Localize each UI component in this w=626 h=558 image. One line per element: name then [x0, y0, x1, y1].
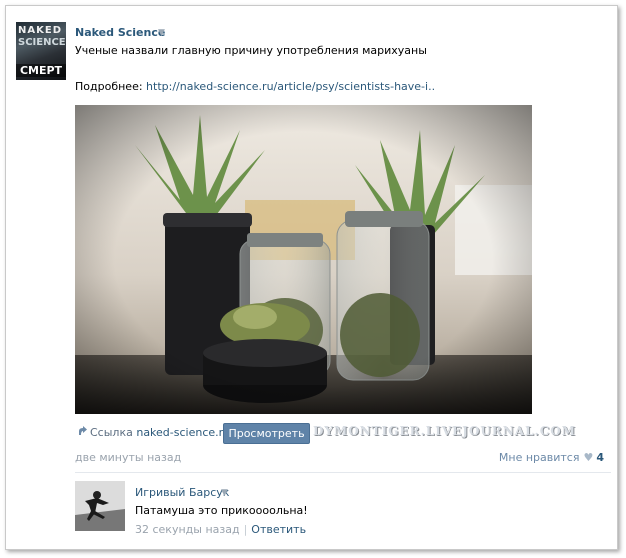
wall-post-card: NAKED SCIENCE СМЕРТ Naked Science ▼ Учен… — [5, 5, 618, 550]
link-prefix: Ссылка — [90, 426, 133, 439]
comment-time[interactable]: 32 секунды назад — [135, 523, 240, 536]
photo-illustration — [75, 105, 532, 414]
comment-author-link[interactable]: Игривый Барсук — [135, 486, 229, 499]
comment-avatar-image — [75, 481, 125, 531]
link-label: Ссылка naked-science.ru — [90, 426, 230, 439]
article-link[interactable]: http://naked-science.ru/article/psy/scie… — [146, 80, 435, 93]
heart-icon: ♥ — [583, 451, 594, 464]
author-avatar[interactable]: NAKED SCIENCE СМЕРТ — [16, 22, 66, 80]
post-photo[interactable] — [75, 105, 532, 414]
avatar-logo-text-2: SCIENCE — [18, 37, 66, 48]
triangle-down-icon[interactable]: ▼ — [158, 28, 165, 38]
watermark: DYMONTIGER.LIVEJOURNAL.COM — [313, 424, 577, 438]
avatar-logo-text-1: NAKED — [18, 25, 62, 36]
like-label: Мне нравится — [498, 451, 580, 464]
view-button[interactable]: Просмотреть — [223, 423, 310, 444]
comment-separator: | — [243, 523, 248, 536]
link-arrow-icon — [79, 426, 87, 435]
triangle-down-icon[interactable]: ▼ — [221, 488, 228, 498]
like-count: 4 — [596, 451, 604, 464]
avatar-caption: СМЕРТ — [16, 64, 66, 77]
link-attachment-row: Ссылка naked-science.ru Просмотреть DYMO… — [75, 423, 575, 444]
link-site[interactable]: naked-science.ru — [136, 426, 230, 439]
post-author-link[interactable]: Naked Science — [75, 26, 165, 39]
comment-text: Патамуша это прикоооольна! — [135, 504, 308, 517]
reply-link[interactable]: Ответить — [251, 523, 306, 536]
comment-meta: 32 секунды назад | Ответить — [135, 523, 306, 536]
more-label: Подробнее: — [75, 80, 143, 93]
like-button[interactable]: Мне нравится ♥ 4 — [499, 451, 604, 464]
post-text: Ученые назвали главную причину употребле… — [75, 44, 427, 57]
comment-avatar[interactable] — [75, 481, 125, 531]
post-time[interactable]: две минуты назад — [75, 451, 181, 464]
divider — [75, 472, 611, 473]
more-row: Подробнее: http://naked-science.ru/artic… — [75, 80, 435, 93]
